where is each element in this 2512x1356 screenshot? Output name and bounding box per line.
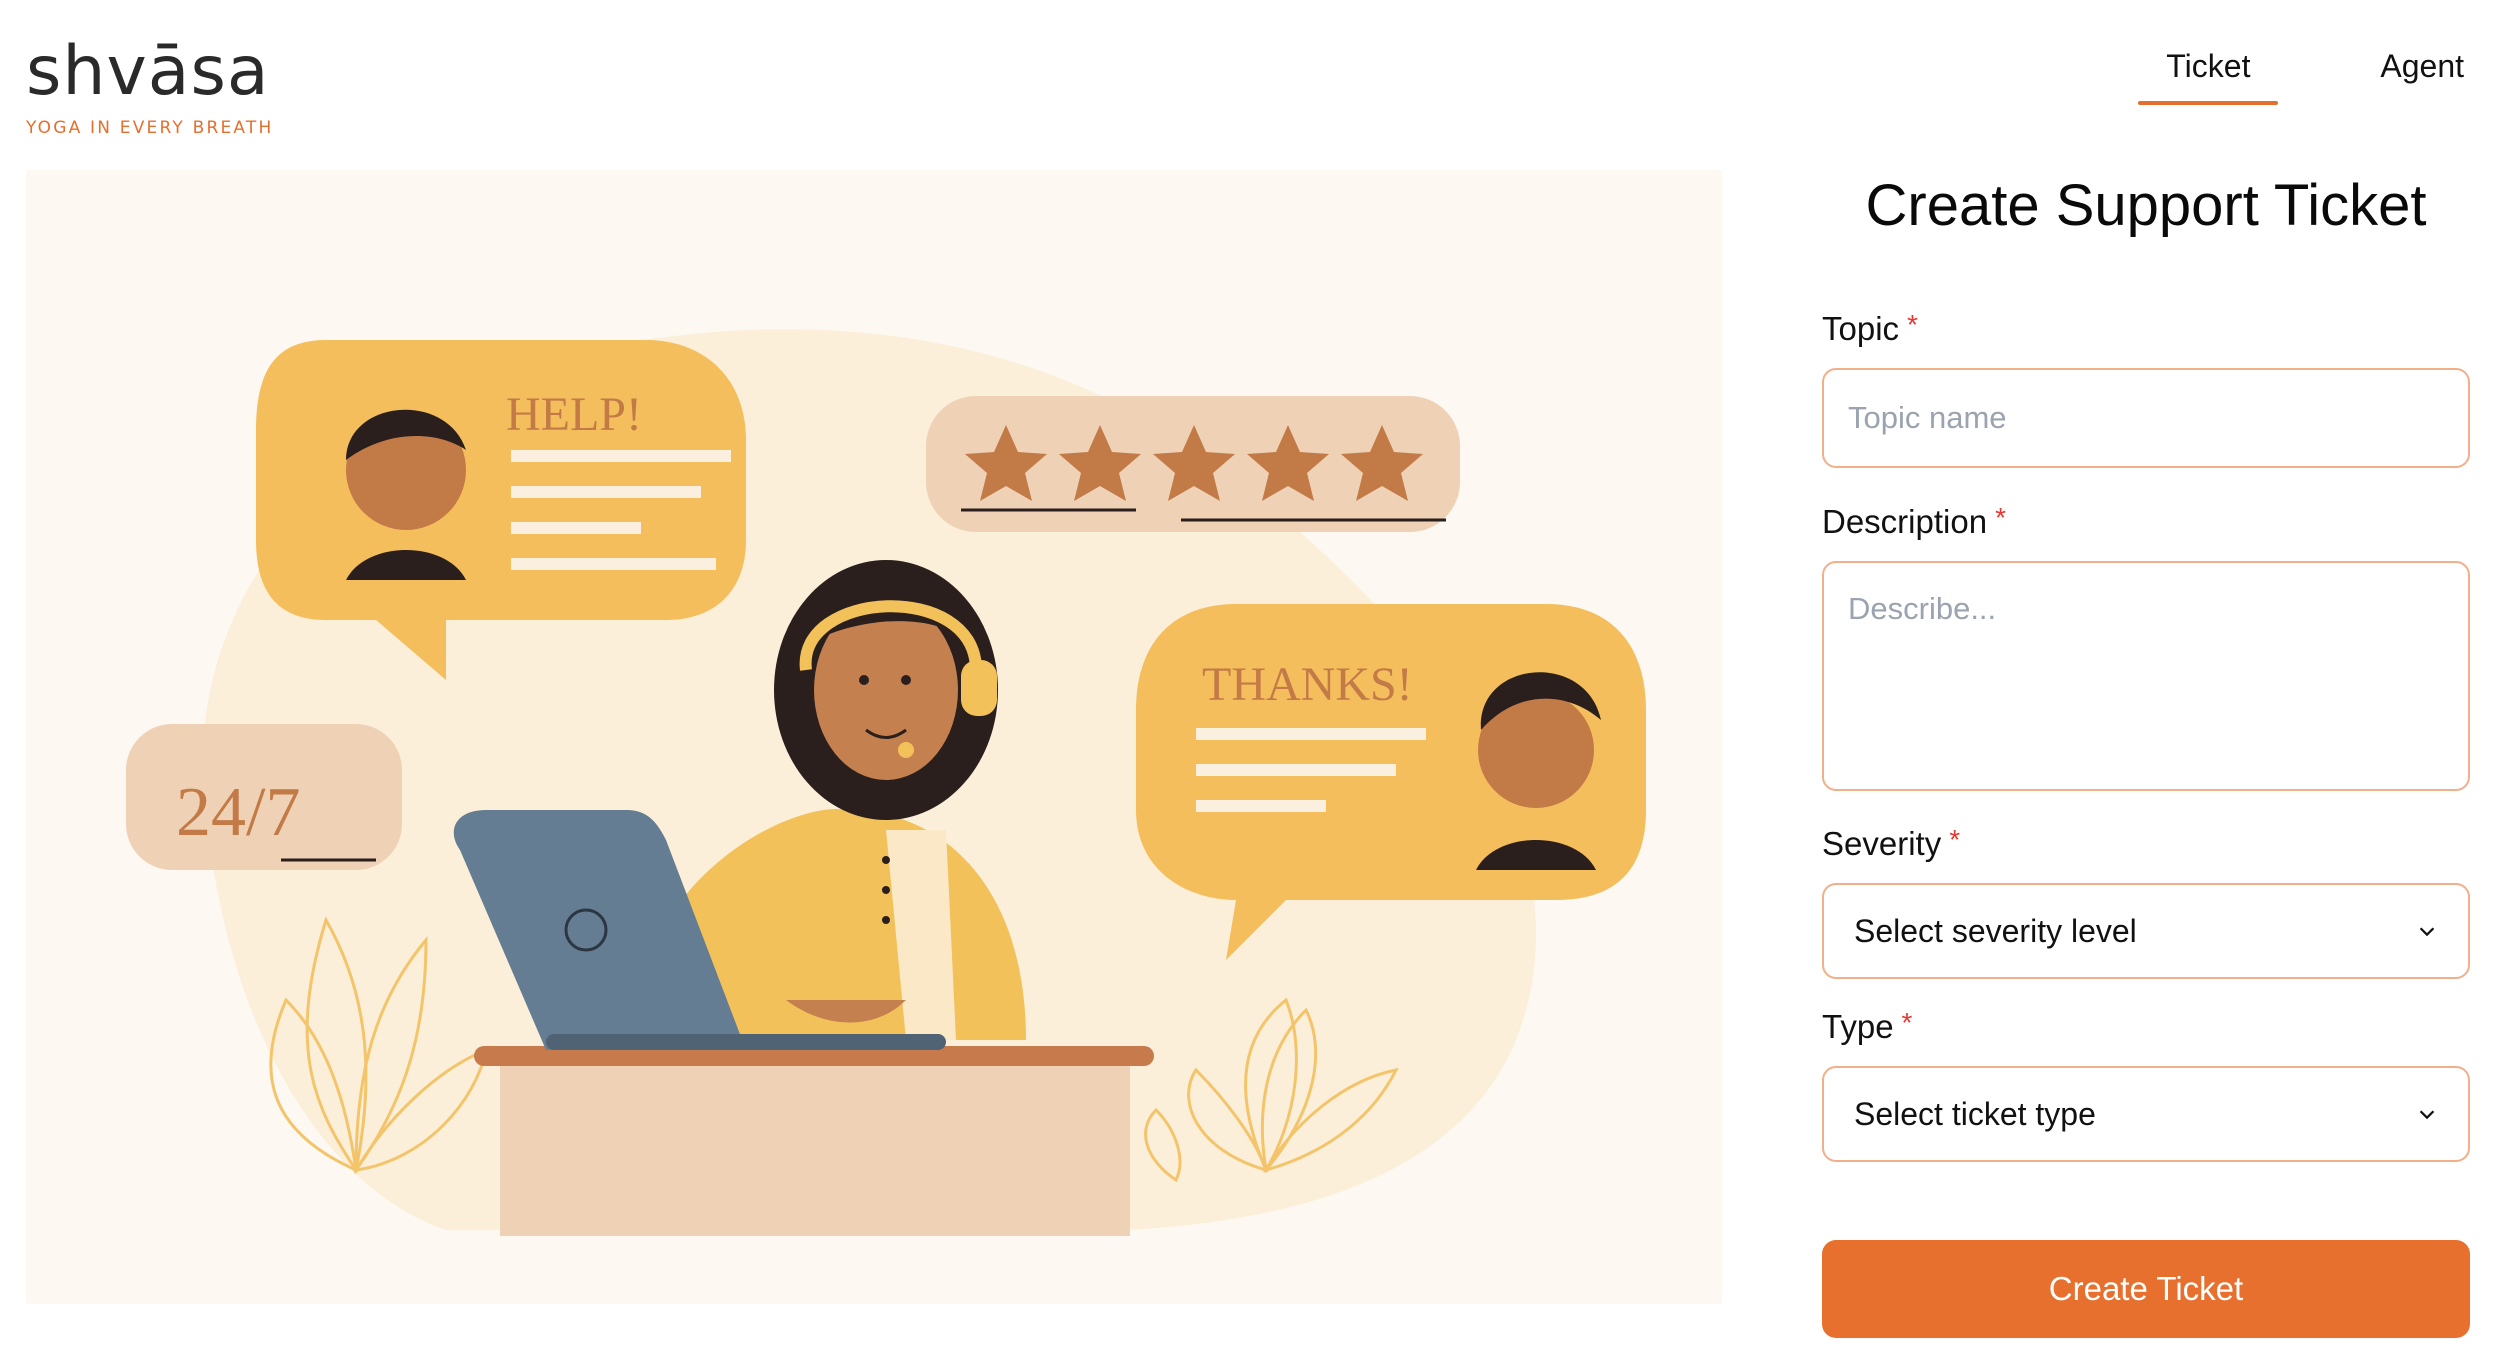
support-illustration: HELP! THANKS! 24/7	[26, 170, 1722, 1304]
nav-tab-ticket[interactable]: Ticket	[2138, 46, 2279, 105]
create-ticket-button[interactable]: Create Ticket	[1822, 1240, 2470, 1338]
create-ticket-form: Create Support Ticket Topic* Description…	[1822, 170, 2470, 1338]
topic-label-text: Topic	[1822, 310, 1900, 347]
topic-label: Topic *	[1822, 309, 2470, 348]
required-marker: *	[1995, 502, 2006, 533]
top-nav: Ticket Agent	[2138, 46, 2464, 105]
help-bubble-text: HELP!	[506, 388, 642, 441]
required-marker: *	[1907, 309, 1918, 340]
brand-name: shvāsa	[26, 32, 270, 111]
description-label: Description *	[1822, 502, 2470, 541]
type-selected-value: Select ticket type	[1854, 1095, 2096, 1132]
description-label-text: Description	[1822, 503, 1988, 540]
type-label-text: Type	[1822, 1008, 1894, 1045]
availability-bubble-text: 24/7	[176, 774, 300, 851]
required-marker: *	[1949, 824, 1961, 855]
severity-selected-value: Select severity level	[1854, 912, 2137, 949]
brand-logo[interactable]: shvāsa YOGA IN EVERY BREATH	[26, 32, 274, 139]
chevron-down-icon	[2419, 1110, 2435, 1120]
description-textarea[interactable]	[1822, 561, 2470, 791]
severity-select[interactable]: Select severity level	[1822, 883, 2470, 979]
nav-tab-agent[interactable]: Agent	[2380, 46, 2464, 105]
type-select[interactable]: Select ticket type	[1822, 1066, 2470, 1162]
support-illustration-svg: HELP! THANKS! 24/7	[126, 329, 1646, 1236]
type-label: Type *	[1822, 1007, 2470, 1046]
severity-label-text: Severity	[1822, 825, 1942, 862]
thanks-bubble-text: THANKS!	[1202, 658, 1413, 711]
form-title: Create Support Ticket	[1865, 173, 2427, 238]
desk-body	[500, 1050, 1130, 1236]
chevron-down-icon	[2419, 927, 2435, 937]
topic-input[interactable]	[1822, 368, 2470, 468]
required-marker: *	[1901, 1007, 1913, 1038]
brand-tagline: YOGA IN EVERY BREATH	[26, 118, 274, 138]
severity-label: Severity *	[1822, 824, 2470, 863]
